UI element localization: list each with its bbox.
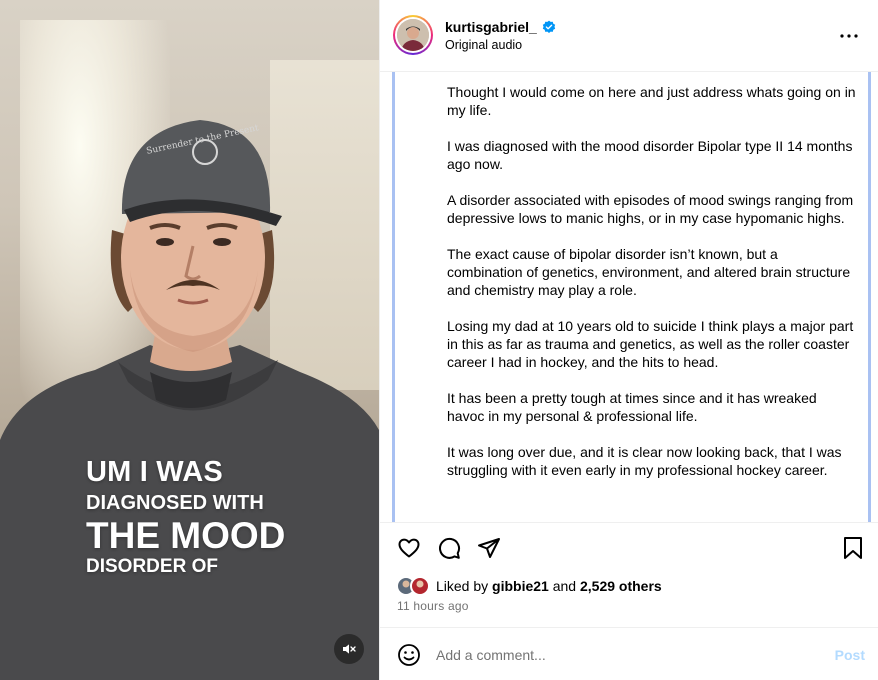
liker-avatars	[396, 576, 430, 596]
likes-count-link[interactable]: 2,529 others	[580, 578, 662, 594]
speaker-muted-icon	[343, 644, 356, 654]
like-button[interactable]	[396, 535, 422, 561]
caption-paragraph: I was diagnosed with the mood disorder B…	[447, 138, 853, 172]
share-icon	[478, 538, 500, 558]
scroll-highlight-right	[868, 72, 871, 522]
post-caption-text: Thought I would come on here and just ad…	[447, 83, 857, 497]
share-button[interactable]	[476, 535, 502, 561]
post-comment-button[interactable]: Post	[835, 647, 865, 663]
caption-line-3: THE MOOD	[86, 515, 286, 556]
save-button[interactable]	[840, 535, 866, 561]
avatar[interactable]	[393, 15, 433, 55]
caption-paragraph: Losing my dad at 10 years old to suicide…	[447, 318, 854, 370]
original-audio-link[interactable]: Original audio	[445, 38, 522, 52]
comment-icon	[439, 537, 461, 559]
scroll-highlight-left	[392, 72, 395, 522]
likes-text: Liked by gibbie21 and 2,529 others	[436, 578, 662, 594]
likes-summary: Liked by gibbie21 and 2,529 others	[396, 576, 662, 596]
more-options-button[interactable]	[837, 24, 861, 48]
liked-by-prefix: Liked by	[436, 578, 489, 594]
caption-paragraph: It has been a pretty tough at times sinc…	[447, 390, 817, 424]
emoji-icon[interactable]	[397, 643, 421, 667]
heart-icon	[398, 538, 420, 558]
caption-line-2: DIAGNOSED WITH	[86, 492, 264, 514]
post-caption-area[interactable]: Thought I would come on here and just ad…	[380, 72, 878, 522]
caption-line-4: DISORDER OF	[86, 556, 218, 577]
mute-toggle-button[interactable]	[334, 634, 364, 664]
avatar-image	[397, 19, 429, 51]
post-timestamp[interactable]: 11 hours ago	[397, 599, 469, 613]
verified-badge-icon	[542, 20, 556, 33]
comment-bar: Post	[380, 627, 878, 680]
post-header: kurtisgabriel_ Original audio	[380, 0, 878, 72]
caption-line-1: UM I WAS	[86, 456, 223, 488]
post-panel: kurtisgabriel_ Original audio Thought I …	[379, 0, 878, 680]
action-bar	[380, 522, 878, 572]
liker-username-link[interactable]: gibbie21	[492, 578, 549, 594]
bookmark-icon	[844, 537, 862, 559]
video-caption-overlay: UM I WAS DIAGNOSED WITH THE MOOD DISORDE…	[86, 456, 286, 577]
more-horizontal-icon	[840, 34, 858, 38]
likes-conjunction: and	[552, 578, 577, 594]
caption-paragraph: It was long over due, and it is clear no…	[447, 444, 842, 478]
caption-paragraph: A disorder associated with episodes of m…	[447, 192, 854, 226]
comment-button[interactable]	[436, 535, 462, 561]
reel-video[interactable]: Surrender to the Present UM I WAS DIAGNO…	[0, 0, 379, 680]
username-link[interactable]: kurtisgabriel_	[445, 19, 537, 35]
caption-paragraph: The exact cause of bipolar disorder isn’…	[447, 246, 851, 298]
caption-paragraph: Thought I would come on here and just ad…	[447, 84, 856, 118]
video-frame-person: Surrender to the Present	[0, 120, 379, 680]
comment-input[interactable]	[436, 642, 816, 668]
